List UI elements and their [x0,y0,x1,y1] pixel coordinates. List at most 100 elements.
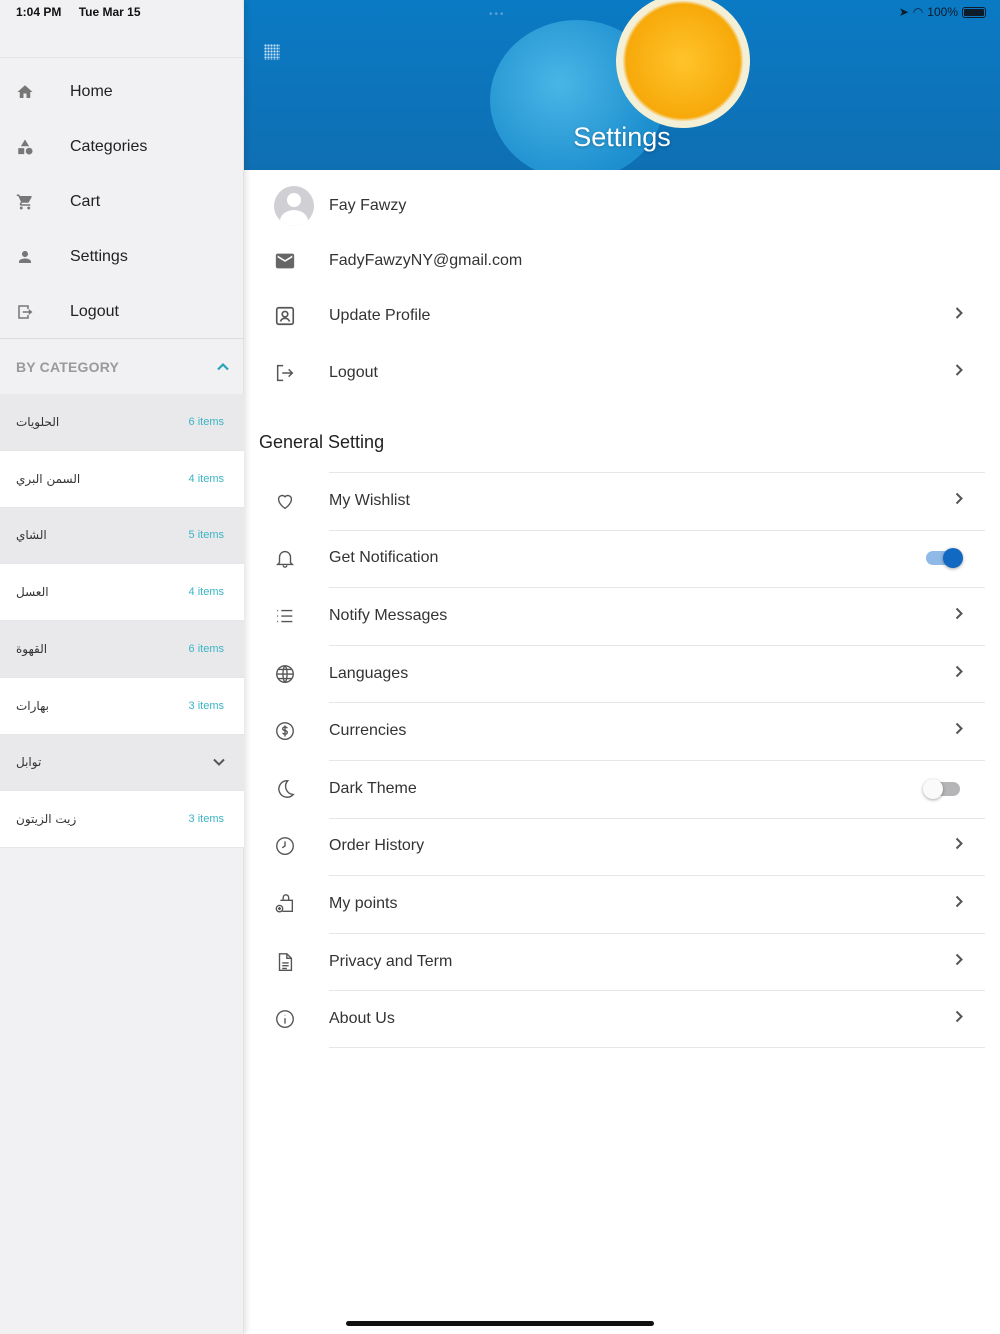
category-count: 3 items [188,813,224,826]
setting-wishlist[interactable]: My Wishlist [244,472,1000,530]
setting-label: Privacy and Term [329,952,453,970]
shapes-icon [0,138,52,156]
settings-screen: ••• ➤ ◠ 100% Settings Fay Fawzy FadyFawz… [244,0,1000,1334]
moon-icon [244,778,329,800]
setting-label: Currencies [329,722,407,740]
setting-my-points[interactable]: My points [244,875,1000,933]
setting-notification: Get Notification [244,529,1000,588]
cart-icon [0,193,52,211]
list-icon [244,605,329,627]
chevron-right-icon [952,837,966,856]
home-indicator[interactable] [346,1321,654,1326]
setting-dark-theme: Dark Theme [244,759,1000,818]
contact-card-icon [274,305,329,327]
status-time: 1:04 PM [16,5,62,19]
page-title: Settings [573,122,671,152]
category-item[interactable]: زيت الزيتون 3 items [0,791,244,848]
chevron-down-icon[interactable] [212,755,226,769]
location-icon: ➤ [898,5,909,19]
sidebar-item-label: Home [70,82,113,100]
person-icon [0,248,52,266]
wifi-icon: ◠ [912,5,924,19]
bag-plus-icon [244,893,329,915]
category-count: 6 items [188,415,224,428]
category-name: توابل [16,755,42,770]
sidebar-item-label: Settings [70,247,128,265]
battery-icon [962,6,986,18]
chevron-right-icon [952,952,966,971]
category-name: السمن البري [16,471,81,486]
category-item[interactable]: بهارات 3 items [0,677,244,735]
update-profile-label: Update Profile [329,306,431,324]
sidebar-item-logout[interactable]: Logout [0,284,244,339]
category-count: 3 items [188,699,224,712]
avatar [274,185,314,226]
sidebar-item-home[interactable]: Home [0,64,244,119]
profile-email-row: FadyFawzyNY@gmail.com [244,233,1000,288]
setting-label: Get Notification [329,549,439,567]
setting-label: My points [329,894,398,912]
setting-label: Notify Messages [329,606,448,624]
status-bar-right: ➤ ◠ 100% [899,5,986,19]
battery-percent: 100% [927,5,958,19]
sidebar-item-label: Cart [70,192,101,210]
sidebar-nav: Home Categories Cart Settings Logout [0,64,244,339]
category-item[interactable]: الحلويات 6 items [0,394,244,451]
dark-theme-toggle[interactable] [923,778,960,799]
sidebar-item-label: Categories [70,137,148,155]
category-name: القهوة [16,641,48,656]
notification-toggle[interactable] [926,548,963,569]
header-banner: ••• ➤ ◠ 100% Settings [244,0,1000,170]
sidebar-item-cart[interactable]: Cart [0,174,244,229]
sidebar-item-settings[interactable]: Settings [0,229,244,284]
chevron-right-icon [952,664,966,683]
chevron-right-icon [952,491,966,510]
bell-icon [244,547,329,569]
heart-icon [244,490,329,512]
category-list: الحلويات 6 items السمن البري 4 items الش… [0,394,244,848]
category-item[interactable]: العسل 4 items [0,564,244,621]
chevron-right-icon [952,1010,966,1029]
status-date: Tue Mar 15 [78,5,141,19]
setting-label: About Us [329,1010,395,1028]
setting-privacy[interactable]: Privacy and Term [244,932,1000,991]
category-count: 4 items [188,586,224,599]
logout-icon [0,303,52,321]
chevron-right-icon [952,894,966,913]
category-name: العسل [16,585,49,600]
mail-icon [274,250,329,272]
category-section-header[interactable]: BY CATEGORY [0,339,244,394]
clock-icon [244,835,329,857]
setting-languages[interactable]: Languages [244,644,1000,703]
category-name: الحلويات [16,414,60,429]
document-icon [244,951,329,973]
category-item-expandable[interactable]: توابل [0,734,244,792]
chevron-right-icon [952,306,966,325]
setting-currencies[interactable]: Currencies [244,702,1000,760]
setting-label: Languages [329,664,409,682]
logout-icon [274,362,329,384]
category-count: 6 items [188,642,224,655]
update-profile-row[interactable]: Update Profile [244,288,1000,343]
category-header-label: BY CATEGORY [16,358,120,375]
setting-notify-messages[interactable]: Notify Messages [244,587,1000,645]
setting-label: Order History [329,837,425,855]
chevron-right-icon [952,606,966,625]
globe-icon [244,663,329,685]
sidebar: 1:04 PM Tue Mar 15 Home Categories Cart … [0,0,244,1334]
category-item[interactable]: السمن البري 4 items [0,450,244,508]
sidebar-item-categories[interactable]: Categories [0,119,244,174]
divider [0,57,244,58]
dollar-icon [244,720,329,742]
status-bar-left: 1:04 PM Tue Mar 15 [16,5,155,19]
category-name: بهارات [16,698,49,713]
category-count: 5 items [188,529,224,542]
category-item[interactable]: الشاي 5 items [0,507,244,565]
logout-row[interactable]: Logout [244,343,1000,402]
category-item[interactable]: القهوة 6 items [0,621,244,678]
setting-about-us[interactable]: About Us [244,990,1000,1048]
dot-grid-icon[interactable] [264,44,280,60]
profile-name-row: Fay Fawzy [244,178,1000,233]
setting-order-history[interactable]: Order History [244,817,1000,876]
setting-label: Dark Theme [329,779,417,797]
